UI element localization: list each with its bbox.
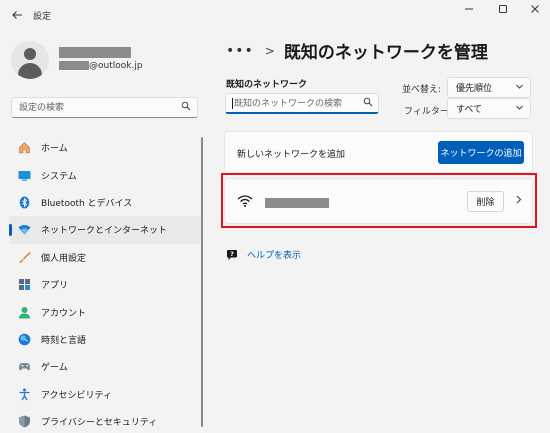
- maximize-button[interactable]: [491, 3, 515, 19]
- sidebar-item-label: ネットワークとインターネット: [41, 226, 168, 237]
- chevron-down-icon: [515, 82, 524, 94]
- settings-search-input[interactable]: [12, 98, 172, 117]
- sidebar-item-personalization[interactable]: 個人用設定: [9, 244, 201, 271]
- chevron-down-icon: [515, 103, 524, 115]
- account-icon: [18, 306, 31, 319]
- help-link[interactable]: ヘルプを表示: [247, 248, 301, 261]
- sidebar-scrollbar[interactable]: [201, 137, 203, 427]
- system-icon: [18, 169, 31, 182]
- search-icon: [181, 101, 191, 114]
- sidebar-item-label: プライバシーとセキュリティ: [41, 418, 158, 429]
- sidebar-item-network[interactable]: ネットワークとインターネット: [9, 216, 201, 244]
- filter-value: すべて: [456, 105, 483, 115]
- add-network-card: 新しいネットワークを追加 ネットワークの追加: [224, 131, 533, 173]
- breadcrumb-separator: >: [264, 43, 275, 58]
- filter-dropdown[interactable]: すべて: [447, 98, 531, 119]
- breadcrumb-more-button[interactable]: •••: [226, 43, 254, 59]
- add-network-button[interactable]: ネットワークの追加: [438, 141, 524, 164]
- sidebar-item-label: アプリ: [41, 281, 69, 292]
- svg-text:?: ?: [230, 250, 234, 258]
- help-icon: ?: [226, 249, 238, 261]
- page-title: 既知のネットワークを管理: [283, 43, 488, 63]
- time-language-icon: [18, 333, 31, 346]
- accessibility-icon: [18, 388, 31, 401]
- help-row[interactable]: ? ヘルプを表示: [226, 248, 301, 261]
- apps-icon: [18, 278, 31, 291]
- add-network-label: 新しいネットワークを追加: [237, 150, 346, 160]
- avatar: [11, 41, 49, 79]
- bluetooth-icon: [18, 196, 31, 209]
- sidebar-item-accounts[interactable]: アカウント: [9, 298, 201, 325]
- email-suffix: @outlook.jp: [89, 61, 143, 71]
- back-button[interactable]: [9, 7, 25, 23]
- text-caret: [232, 98, 233, 109]
- sidebar-item-label: ゲーム: [41, 363, 68, 374]
- sidebar-item-label: Bluetooth とデバイス: [41, 198, 133, 209]
- sidebar-item-accessibility[interactable]: アクセシビリティ: [9, 381, 201, 408]
- known-networks-search-input[interactable]: [226, 94, 366, 113]
- minimize-button[interactable]: [457, 3, 481, 19]
- settings-search[interactable]: [11, 97, 198, 118]
- email-redacted: [59, 61, 89, 70]
- known-networks-search[interactable]: [225, 93, 379, 114]
- network-icon: [18, 223, 31, 236]
- sidebar-item-label: アカウント: [41, 308, 87, 319]
- sidebar-item-gaming[interactable]: ゲーム: [9, 353, 201, 380]
- sidebar-item-label: アクセシビリティ: [41, 390, 113, 401]
- maximize-icon: [499, 5, 507, 13]
- shield-icon: [18, 415, 31, 428]
- sort-dropdown[interactable]: 優先順位: [447, 77, 531, 98]
- sidebar-item-label: ホーム: [41, 144, 68, 155]
- gaming-icon: [18, 360, 31, 373]
- close-button[interactable]: [523, 3, 547, 19]
- minimize-icon: [465, 8, 473, 10]
- sidebar-item-system[interactable]: システム: [9, 161, 201, 188]
- sidebar-item-label: 個人用設定: [41, 253, 87, 264]
- sort-value: 優先順位: [456, 84, 493, 94]
- sidebar-item-privacy[interactable]: プライバシーとセキュリティ: [9, 408, 201, 433]
- back-arrow-icon: [12, 11, 22, 19]
- sidebar-item-home[interactable]: ホーム: [9, 134, 201, 161]
- sidebar-item-bluetooth[interactable]: Bluetooth とデバイス: [9, 189, 201, 216]
- title-bar: 設定: [0, 0, 550, 30]
- search-icon: [363, 97, 373, 110]
- filter-label: フィルター:: [404, 107, 452, 117]
- sidebar-item-time-language[interactable]: 時刻と言語: [9, 326, 201, 353]
- sidebar-item-label: システム: [41, 171, 77, 182]
- home-icon: [18, 141, 31, 154]
- user-name-redacted: [59, 47, 131, 58]
- close-icon: [531, 5, 539, 13]
- user-email: @outlook.jp: [59, 61, 143, 73]
- sidebar-nav: ホーム システム Bluetooth とデバイス ネットワークとインターネット …: [9, 134, 201, 433]
- sidebar-item-label: 時刻と言語: [41, 335, 87, 346]
- brush-icon: [18, 251, 31, 264]
- app-title: 設定: [33, 12, 52, 22]
- breadcrumb: ••• > 既知のネットワークを管理: [226, 38, 488, 64]
- sidebar-item-apps[interactable]: アプリ: [9, 271, 201, 298]
- sort-label: 並べ替え:: [402, 85, 442, 95]
- known-networks-label: 既知のネットワーク: [226, 80, 308, 90]
- highlight-box: [221, 173, 537, 228]
